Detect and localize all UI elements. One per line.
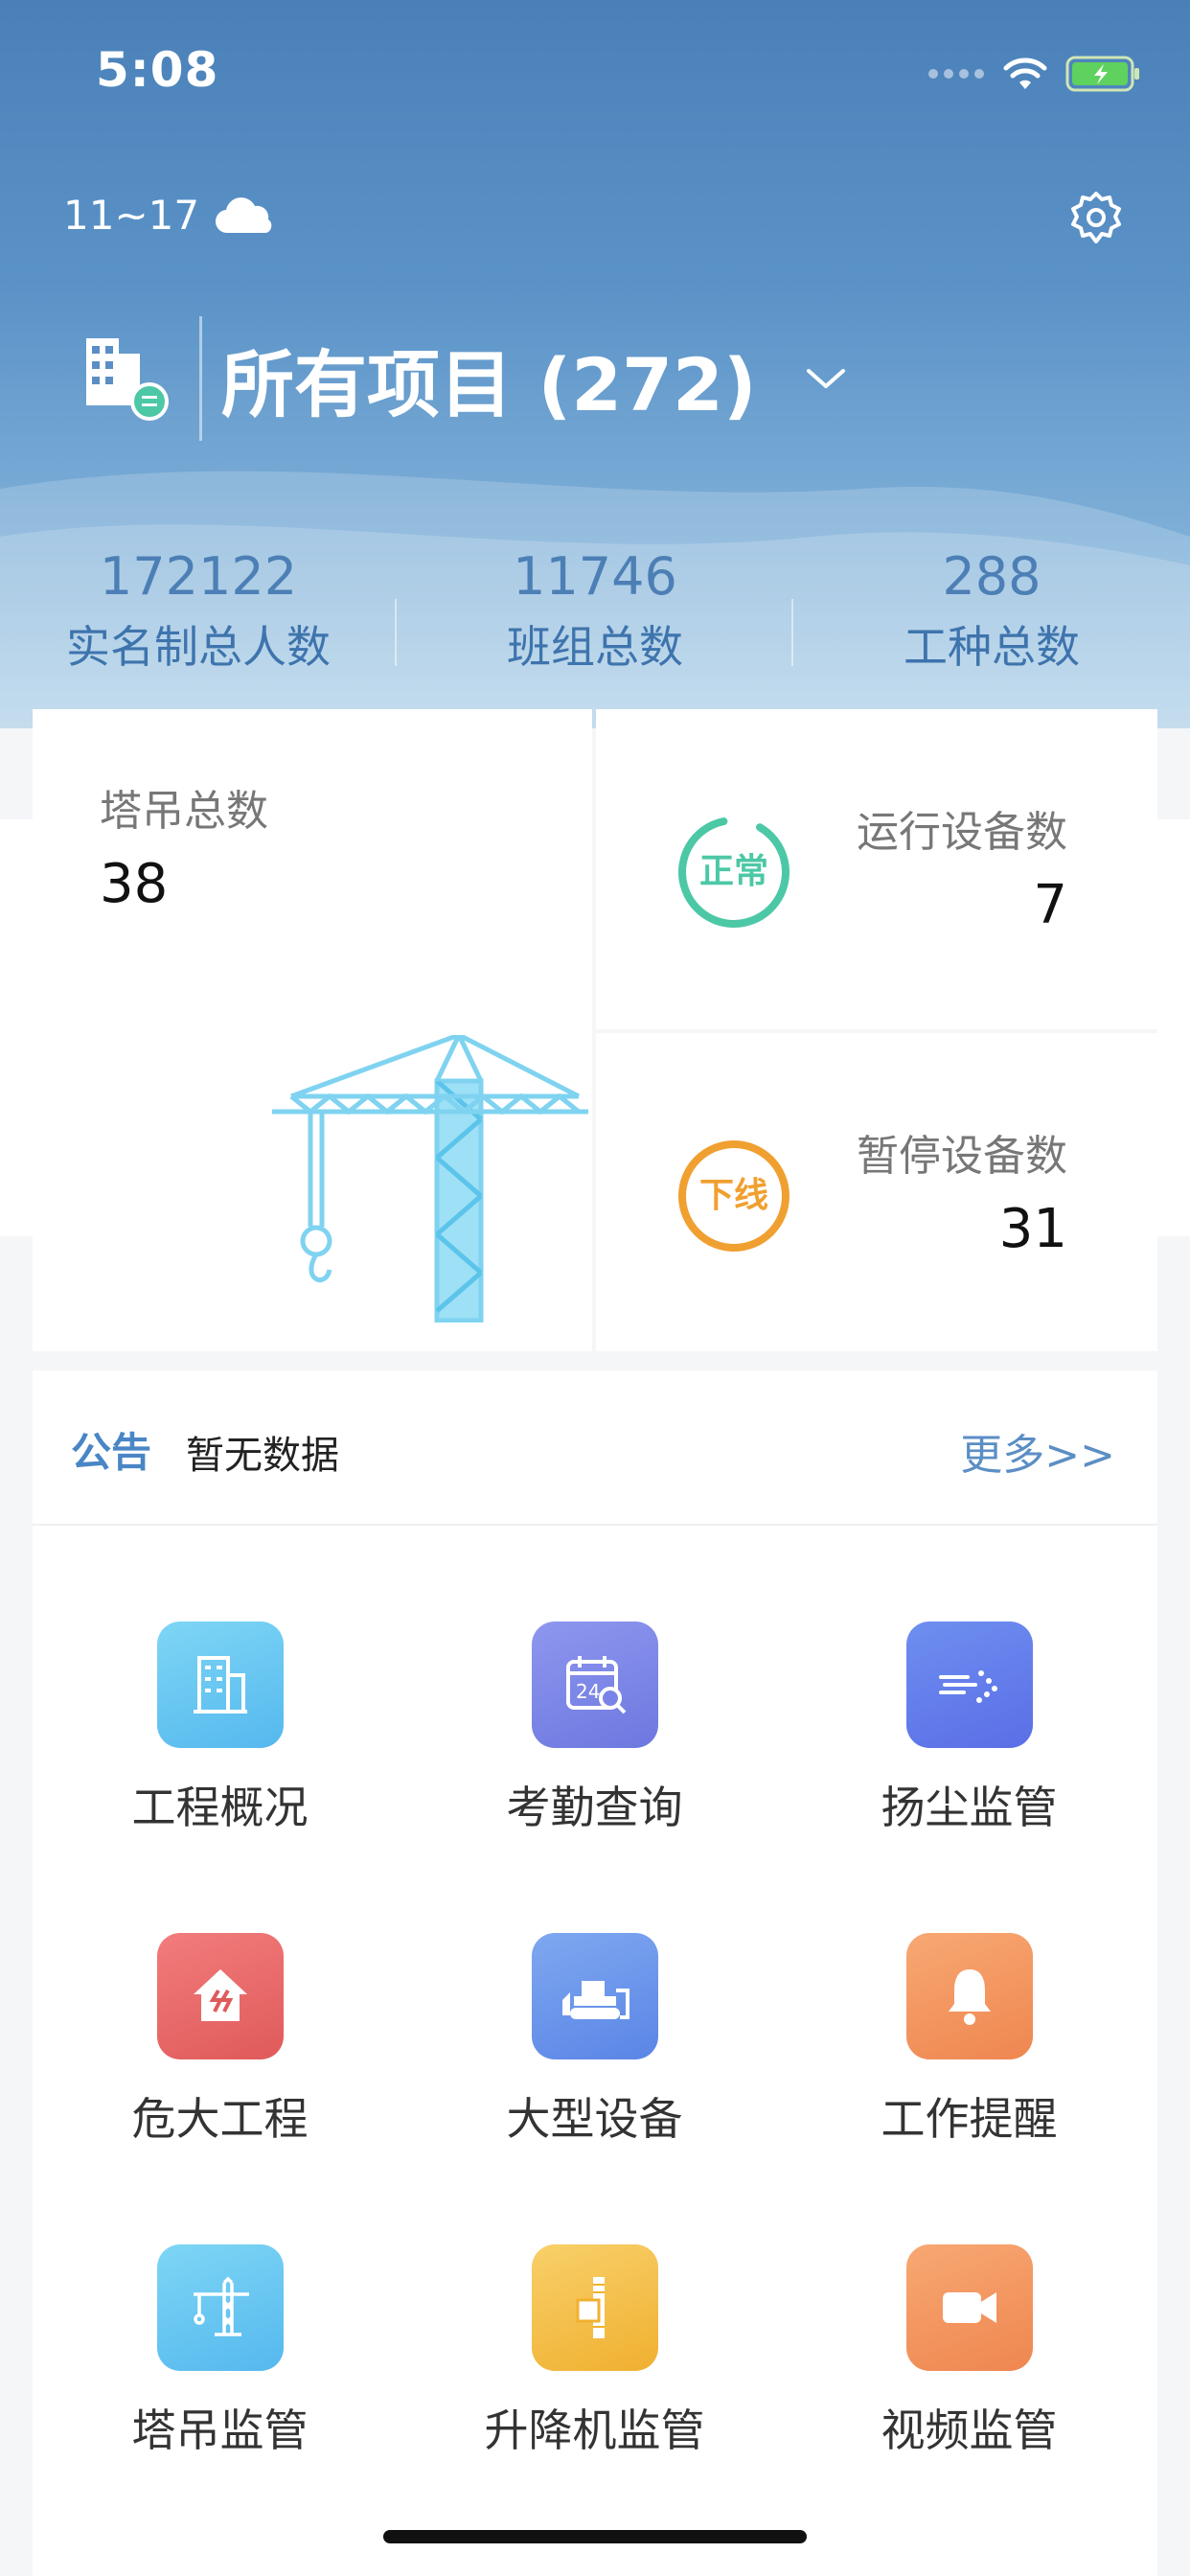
cloud-icon [216, 196, 272, 233]
stat-label: 实名制总人数 [66, 621, 331, 673]
project-divider [199, 316, 202, 441]
notice-bar: 公告 暂无数据 更多>> [33, 1370, 1157, 1526]
notice-text: 暂无数据 [186, 1434, 339, 1478]
video-icon [905, 2244, 1033, 2371]
menu-item-dust-monitor[interactable]: 扬尘监管 [782, 1622, 1156, 1836]
weather: 11~17 [63, 192, 278, 239]
menu-item-label: 危大工程 [131, 2093, 309, 2145]
danger-house-icon [156, 1933, 284, 2059]
notice-more-link[interactable]: 更多>> [960, 1420, 1115, 1482]
menu-item-work-reminder[interactable]: 工作提醒 [782, 1933, 1156, 2148]
notice-tag: 公告 [71, 1429, 152, 1476]
menu-item-label: 大型设备 [506, 2093, 683, 2145]
status-icons [927, 56, 1142, 92]
status-time: 5:08 [96, 42, 219, 98]
project-selector[interactable]: 所有项目 (272) [82, 316, 847, 441]
stat-value: 288 [942, 546, 1041, 607]
crane-count-value: 38 [100, 853, 169, 915]
menu-item-label: 视频监管 [881, 2404, 1058, 2456]
stat-label: 工种总数 [904, 621, 1080, 673]
home-indicator [383, 2530, 807, 2543]
wifi-icon [1003, 58, 1047, 89]
menu-item-attendance[interactable]: 24 考勤查询 [407, 1622, 782, 1836]
building-icon [156, 1622, 284, 1748]
running-devices-label: 运行设备数 [857, 808, 1067, 857]
svg-text:24: 24 [576, 1680, 600, 1703]
stat-total-trades[interactable]: 288 工种总数 [793, 546, 1190, 676]
header: 5:08 11~17 所有项目 (272) 172122 实名制总人数 1174… [0, 0, 1190, 728]
stat-total-teams[interactable]: 11746 班组总数 [397, 546, 793, 676]
menu-item-video-monitor[interactable]: 视频监管 [782, 2244, 1156, 2459]
running-status: 正常 [698, 852, 768, 891]
menu-grid: 工程概况 24 考勤查询 扬尘监管 危大工程 大型设备 工作提醒 塔吊监管 升降… [33, 1526, 1157, 2576]
menu-item-label: 升降机监管 [484, 2404, 705, 2456]
running-devices-card[interactable]: 正常 运行设备数 7 [596, 709, 1157, 1029]
carousel-peek-left [0, 819, 33, 1236]
crane-count-label: 塔吊总数 [100, 787, 268, 836]
menu-item-elevator-monitor[interactable]: 升降机监管 [407, 2244, 782, 2459]
crane-count-card[interactable]: 塔吊总数 38 [33, 709, 592, 1351]
dust-icon [905, 1622, 1033, 1748]
menu-item-label: 工程概况 [131, 1782, 309, 1833]
stats-row: 172122 实名制总人数 11746 班组总数 288 工种总数 [0, 546, 1190, 676]
stat-label: 班组总数 [507, 621, 683, 673]
calendar-search-icon: 24 [531, 1622, 658, 1748]
stat-total-workers[interactable]: 172122 实名制总人数 [0, 546, 397, 676]
project-title: 所有项目 (272) [221, 342, 757, 427]
menu-item-label: 扬尘监管 [881, 1782, 1058, 1833]
menu-item-large-equipment[interactable]: 大型设备 [407, 1933, 782, 2148]
temperature-range: 11~17 [63, 192, 200, 239]
paused-devices-label: 暂停设备数 [857, 1132, 1067, 1181]
menu-item-hazard-projects[interactable]: 危大工程 [33, 1933, 407, 2148]
carousel-peek-right [1157, 819, 1190, 1236]
stat-value: 172122 [99, 546, 298, 607]
battery-icon [1065, 56, 1139, 92]
paused-devices-card[interactable]: 下线 暂停设备数 31 [596, 1033, 1157, 1351]
tower-crane-icon [156, 2244, 284, 2371]
menu-item-crane-monitor[interactable]: 塔吊监管 [33, 2244, 407, 2459]
bulldozer-icon [531, 1933, 658, 2059]
menu-item-label: 工作提醒 [881, 2093, 1058, 2145]
signal-dots-icon [928, 69, 984, 79]
stat-value: 11746 [513, 546, 677, 607]
running-devices-value: 7 [1033, 874, 1067, 936]
paused-devices-value: 31 [998, 1198, 1067, 1260]
menu-item-label: 塔吊监管 [131, 2404, 309, 2456]
bell-icon [905, 1933, 1033, 2059]
menu-item-label: 考勤查询 [506, 1782, 683, 1833]
company-icon [86, 338, 169, 421]
chevron-down-icon [806, 369, 845, 388]
menu-item-project-overview[interactable]: 工程概况 [33, 1622, 407, 1836]
elevator-icon [531, 2244, 658, 2371]
gear-icon [1071, 192, 1121, 243]
settings-button[interactable] [1065, 188, 1127, 253]
tower-crane-illustration [272, 1035, 588, 1322]
paused-status: 下线 [698, 1176, 768, 1215]
